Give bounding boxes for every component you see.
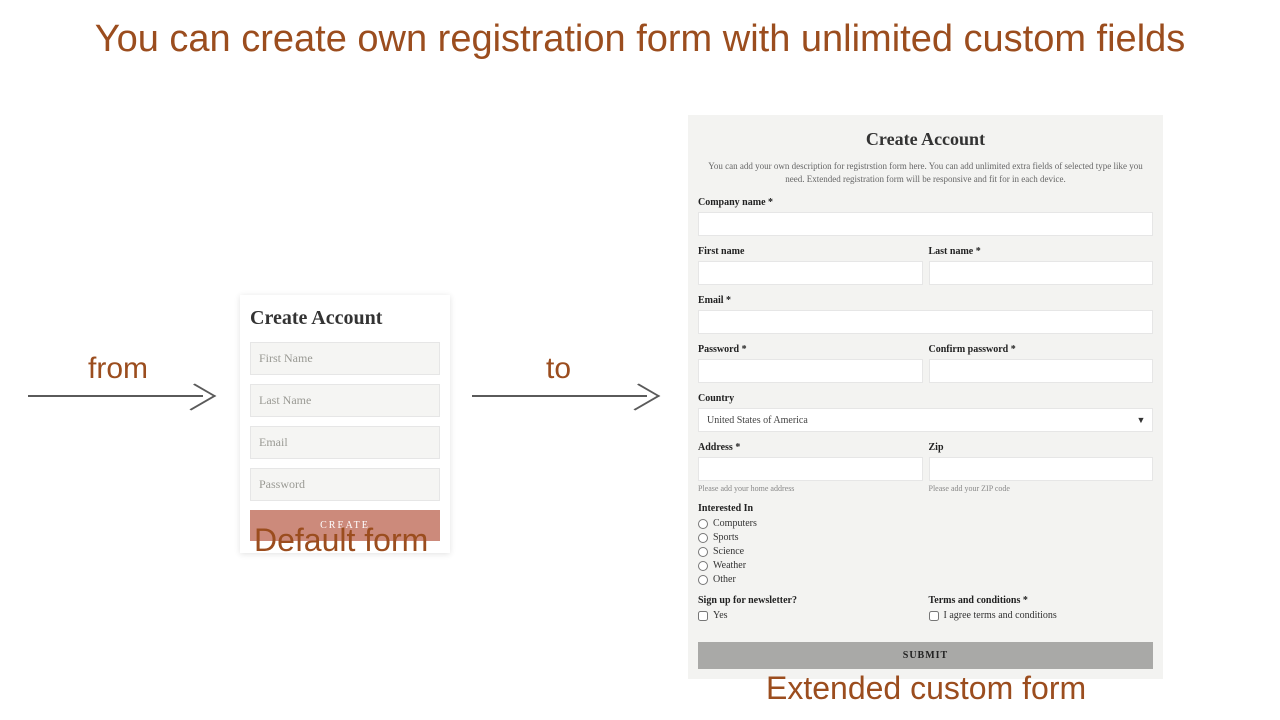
address-input[interactable] [698, 457, 923, 481]
newsletter-checkbox[interactable] [698, 611, 708, 621]
default-form-card: Create Account CREATE [240, 295, 450, 553]
company-input[interactable] [698, 212, 1153, 236]
interest-radio-sports[interactable] [698, 533, 708, 543]
interest-option: Computers [713, 518, 757, 529]
interest-radio-computers[interactable] [698, 519, 708, 529]
interest-radio-science[interactable] [698, 547, 708, 557]
interested-label: Interested In [698, 503, 1153, 514]
address-label: Address * [698, 442, 923, 453]
arrow-icon [472, 395, 647, 397]
last-name-input-ext[interactable] [929, 261, 1154, 285]
zip-input[interactable] [929, 457, 1154, 481]
terms-label: Terms and conditions * [929, 595, 1154, 606]
newsletter-option: Yes [713, 610, 728, 621]
email-input-ext[interactable] [698, 310, 1153, 334]
interest-option: Weather [713, 560, 746, 571]
arrow-icon [28, 395, 203, 397]
password-input-ext[interactable] [698, 359, 923, 383]
password-label: Password * [698, 344, 923, 355]
country-value: United States of America [707, 415, 808, 426]
email-label: Email * [698, 295, 1153, 306]
first-name-input[interactable] [250, 342, 440, 375]
from-label: from [88, 352, 148, 386]
default-form-heading: Create Account [250, 307, 440, 330]
first-name-label: First name [698, 246, 923, 257]
password-input[interactable] [250, 468, 440, 501]
extended-form-caption: Extended custom form [766, 670, 1086, 707]
zip-hint: Please add your ZIP code [929, 484, 1154, 493]
confirm-password-input[interactable] [929, 359, 1154, 383]
terms-checkbox[interactable] [929, 611, 939, 621]
last-name-input[interactable] [250, 384, 440, 417]
zip-label: Zip [929, 442, 1154, 453]
submit-button[interactable]: SUBMIT [698, 642, 1153, 669]
extended-form-description: You can add your own description for reg… [698, 160, 1153, 185]
interest-radio-weather[interactable] [698, 561, 708, 571]
terms-option: I agree terms and conditions [944, 610, 1057, 621]
to-label: to [546, 352, 571, 386]
interest-option: Other [713, 574, 736, 585]
email-input[interactable] [250, 426, 440, 459]
chevron-down-icon: ▼ [1130, 409, 1152, 431]
country-label: Country [698, 393, 1153, 404]
extended-form-heading: Create Account [698, 129, 1153, 150]
extended-form-card: Create Account You can add your own desc… [688, 115, 1163, 679]
interest-option: Science [713, 546, 744, 557]
address-hint: Please add your home address [698, 484, 923, 493]
page-title: You can create own registration form wit… [0, 18, 1280, 61]
interest-radio-other[interactable] [698, 575, 708, 585]
company-label: Company name * [698, 197, 1153, 208]
confirm-password-label: Confirm password * [929, 344, 1154, 355]
last-name-label: Last name * [929, 246, 1154, 257]
country-select[interactable]: United States of America ▼ [698, 408, 1153, 432]
first-name-input-ext[interactable] [698, 261, 923, 285]
newsletter-label: Sign up for newsletter? [698, 595, 923, 606]
default-form-caption: Default form [254, 522, 428, 559]
interest-option: Sports [713, 532, 739, 543]
